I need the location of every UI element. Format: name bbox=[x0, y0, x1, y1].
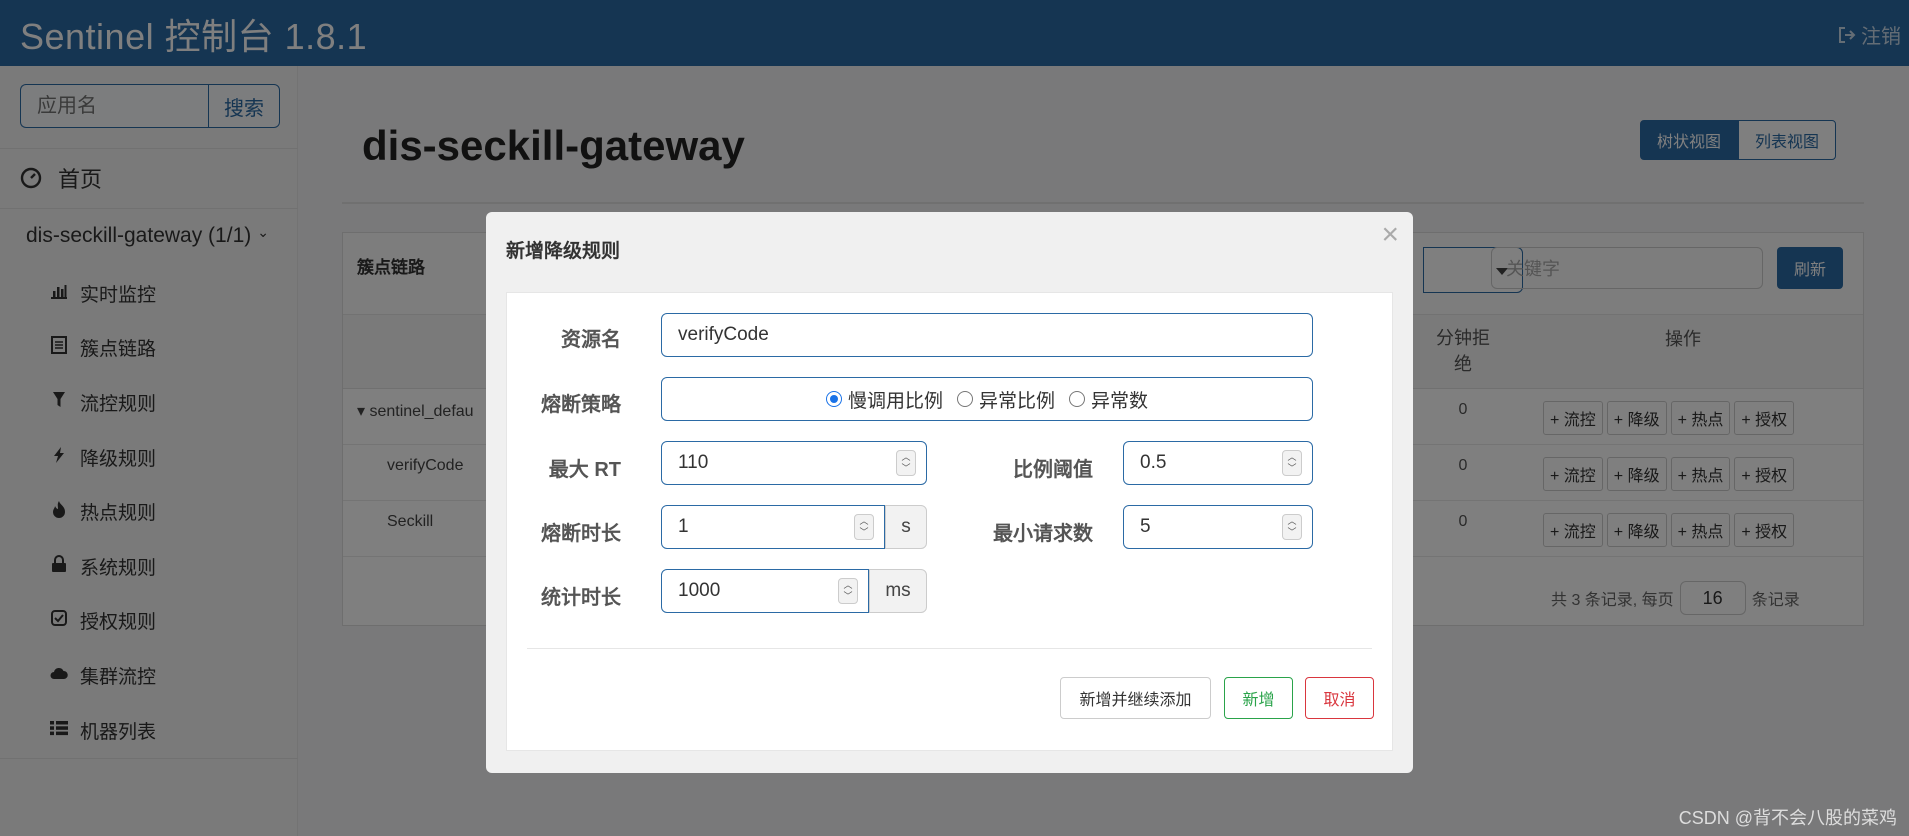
radio-label: 异常比例 bbox=[978, 390, 1055, 412]
max-rt-input[interactable]: 110 ︿ ﹀ bbox=[661, 441, 927, 485]
break-duration-input[interactable]: 1 ︿ ﹀ bbox=[661, 505, 885, 549]
dialog-form: 资源名 verifyCode 熔断策略 慢调用比例 异常比例 异常数 最大 RT… bbox=[506, 292, 1393, 751]
stepper-icon[interactable]: ︿ ﹀ bbox=[896, 450, 916, 476]
min-request-input[interactable]: 5 ︿ ﹀ bbox=[1123, 505, 1313, 549]
resource-name-input[interactable]: verifyCode bbox=[661, 313, 1313, 357]
min-request-label: 最小请求数 bbox=[993, 523, 1093, 545]
radio-label: 慢调用比例 bbox=[847, 390, 943, 412]
ratio-threshold-value: 0.5 bbox=[1140, 452, 1167, 473]
radio-unchecked-icon bbox=[1069, 391, 1085, 407]
cancel-button[interactable]: 取消 bbox=[1305, 677, 1374, 719]
stat-interval-label: 统计时长 bbox=[541, 587, 621, 609]
min-request-value: 5 bbox=[1140, 516, 1151, 537]
duration-unit-addon: s bbox=[885, 505, 927, 549]
stepper-icon[interactable]: ︿ ﹀ bbox=[838, 578, 858, 604]
radio-label: 异常数 bbox=[1091, 390, 1149, 412]
break-duration-value: 1 bbox=[678, 516, 689, 537]
stat-interval-value: 1000 bbox=[678, 580, 721, 601]
strategy-radio-group: 慢调用比例 异常比例 异常数 bbox=[661, 377, 1313, 421]
ratio-threshold-label: 比例阈值 bbox=[1013, 459, 1093, 481]
strategy-error-count[interactable]: 异常数 bbox=[1069, 386, 1148, 413]
watermark: CSDN @背不会八股的菜鸡 bbox=[1678, 808, 1897, 828]
strategy-error-ratio[interactable]: 异常比例 bbox=[956, 386, 1055, 413]
add-and-continue-button[interactable]: 新增并继续添加 bbox=[1060, 677, 1211, 719]
stepper-icon[interactable]: ︿ ﹀ bbox=[854, 514, 874, 540]
break-duration-label: 熔断时长 bbox=[541, 523, 621, 545]
add-button[interactable]: 新增 bbox=[1224, 677, 1293, 719]
strategy-label: 熔断策略 bbox=[541, 394, 621, 416]
close-icon[interactable]: × bbox=[1381, 220, 1399, 250]
max-rt-label: 最大 RT bbox=[548, 459, 621, 481]
degrade-rule-dialog: 新增降级规则 × 资源名 verifyCode 熔断策略 慢调用比例 异常比例 … bbox=[486, 212, 1413, 773]
strategy-slow-ratio[interactable]: 慢调用比例 bbox=[825, 386, 943, 413]
stat-unit-addon: ms bbox=[869, 569, 927, 613]
dialog-divider bbox=[527, 648, 1372, 649]
dialog-title: 新增降级规则 bbox=[506, 241, 621, 262]
stepper-icon[interactable]: ︿ ﹀ bbox=[1282, 450, 1302, 476]
stepper-icon[interactable]: ︿ ﹀ bbox=[1282, 514, 1302, 540]
radio-checked-icon bbox=[825, 391, 842, 407]
stat-interval-input[interactable]: 1000 ︿ ﹀ bbox=[661, 569, 869, 613]
max-rt-value: 110 bbox=[678, 452, 709, 473]
resource-label: 资源名 bbox=[561, 329, 621, 351]
radio-unchecked-icon bbox=[956, 391, 973, 407]
ratio-threshold-input[interactable]: 0.5 ︿ ﹀ bbox=[1123, 441, 1313, 485]
